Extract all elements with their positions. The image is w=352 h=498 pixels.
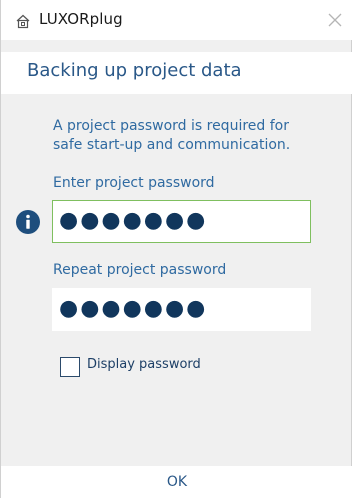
repeat-password-label: Repeat project password [53, 262, 227, 278]
app-title: LUXORplug [39, 10, 123, 28]
display-password-checkbox[interactable] [60, 357, 80, 377]
password-label: Enter project password [53, 175, 215, 191]
title-bar: LUXORplug [1, 0, 352, 40]
dialog-window: LUXORplug Backing up project data A proj… [0, 0, 352, 498]
page-title: Backing up project data [27, 60, 242, 81]
ok-button[interactable]: OK [1, 466, 352, 498]
close-icon[interactable] [325, 10, 345, 30]
dialog-header: Backing up project data [1, 52, 352, 94]
home-device-icon [15, 13, 31, 29]
info-text: A project password is required for safe … [53, 118, 291, 153]
repeat-password-input[interactable]: ●●●●●●● [52, 288, 311, 331]
password-input[interactable]: ●●●●●●● [52, 200, 311, 243]
display-password-label[interactable]: Display password [87, 357, 201, 372]
info-icon [16, 210, 40, 234]
password-value: ●●●●●●● [59, 208, 208, 233]
dialog-footer: OK [1, 466, 352, 498]
repeat-password-value: ●●●●●●● [59, 296, 208, 321]
